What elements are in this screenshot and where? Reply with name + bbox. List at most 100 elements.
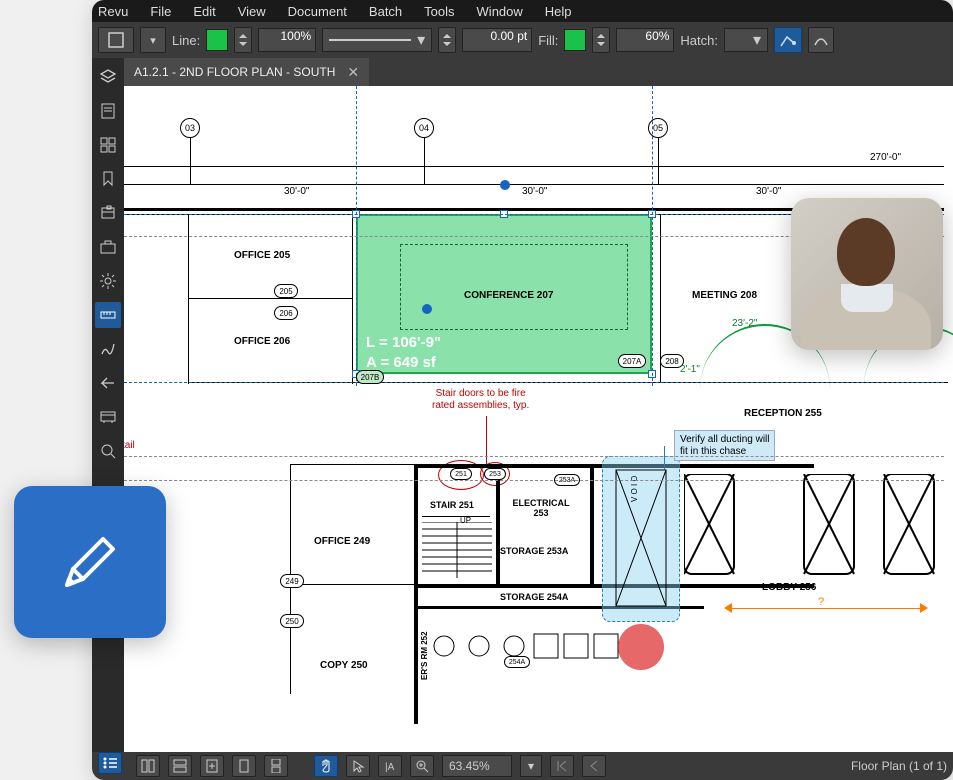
zoom-dropdown[interactable]: ▾ xyxy=(520,755,542,777)
fill-color-swatch[interactable] xyxy=(564,29,586,51)
tool-chest-icon[interactable] xyxy=(95,234,121,260)
dim-right: 270'-0" xyxy=(870,152,901,163)
svg-text:|A: |A xyxy=(385,762,395,773)
menu-tools[interactable]: Tools xyxy=(424,4,454,19)
sheets-icon[interactable] xyxy=(95,200,121,226)
hatch-select[interactable]: ▾ xyxy=(724,28,768,52)
door-tag-207a: 207A xyxy=(618,354,646,368)
content-row: A1.2.1 - 2ND FLOOR PLAN - SOUTH ✕ 03 04 … xyxy=(92,58,953,752)
left-panel-rail xyxy=(92,58,124,752)
width-stepper[interactable] xyxy=(438,27,456,53)
bookmarks-icon[interactable] xyxy=(95,166,121,192)
label-reception255: RECEPTION 255 xyxy=(744,408,822,419)
shape-picker-dropdown[interactable]: ▾ xyxy=(140,27,166,53)
links-icon[interactable] xyxy=(95,370,121,396)
door-tag-205: 205 xyxy=(274,284,298,298)
markup-red-circle[interactable] xyxy=(618,624,664,670)
label-stair251: STAIR 251 xyxy=(430,500,474,510)
close-tab-icon[interactable]: ✕ xyxy=(347,64,359,81)
add-page-icon[interactable] xyxy=(200,755,224,777)
markups-list-icon[interactable] xyxy=(98,752,122,774)
measure-area: A = 649 sf xyxy=(366,354,436,371)
door-tag-207b: 207B xyxy=(356,370,384,384)
menu-revu[interactable]: Revu xyxy=(98,4,128,19)
orange-dim-q: ? xyxy=(818,596,824,608)
menu-help[interactable]: Help xyxy=(545,4,572,19)
door-tag-206: 206 xyxy=(274,306,298,320)
shape-picker-button[interactable] xyxy=(98,27,134,53)
label-meeting208: MEETING 208 xyxy=(692,290,757,301)
menu-file[interactable]: File xyxy=(150,4,171,19)
menu-edit[interactable]: Edit xyxy=(193,4,215,19)
text-select-icon[interactable]: |A xyxy=(378,755,402,777)
label-office249: OFFICE 249 xyxy=(314,536,370,547)
grid-bubble-04: 04 xyxy=(414,118,434,138)
measurements-icon[interactable] xyxy=(95,302,121,328)
studio-icon[interactable] xyxy=(95,404,121,430)
opacity1-value[interactable]: 100% xyxy=(258,28,316,52)
search-icon[interactable] xyxy=(95,438,121,464)
fill-label: Fill: xyxy=(538,33,558,48)
select-arrow-icon[interactable] xyxy=(346,755,370,777)
signatures-icon[interactable] xyxy=(95,336,121,362)
split-vert-icon[interactable] xyxy=(136,755,160,777)
zoom-magnify-icon[interactable] xyxy=(410,755,434,777)
nav-first-icon[interactable] xyxy=(550,755,574,777)
label-er252: ER'S RM 252 xyxy=(420,631,429,680)
door-tag-251: 251 xyxy=(450,468,472,480)
split-horiz-icon[interactable] xyxy=(168,755,192,777)
dim-bay3: 30'-0" xyxy=(756,186,781,197)
continuous-icon[interactable] xyxy=(264,755,288,777)
pan-hand-icon[interactable] xyxy=(314,755,338,777)
label-copy250: COPY 250 xyxy=(320,660,368,671)
gear-icon[interactable] xyxy=(95,268,121,294)
main-area: A1.2.1 - 2ND FLOOR PLAN - SOUTH ✕ 03 04 … xyxy=(124,58,953,752)
menu-document[interactable]: Document xyxy=(288,4,347,19)
app-window: Revu File Edit View Document Batch Tools… xyxy=(92,0,953,780)
opacity2-stepper[interactable] xyxy=(592,27,610,53)
menu-batch[interactable]: Batch xyxy=(369,4,402,19)
menubar: Revu File Edit View Document Batch Tools… xyxy=(92,0,953,22)
status-bar: |A 63.45% ▾ Floor Plan (1 of 1) xyxy=(92,752,953,780)
label-storage253a: STORAGE 253A xyxy=(500,546,568,556)
thumbnails-icon[interactable] xyxy=(95,132,121,158)
hatch-label: Hatch: xyxy=(680,33,718,48)
dim-bay2: 30'-0" xyxy=(522,186,547,197)
menu-view[interactable]: View xyxy=(238,4,266,19)
door-tag-249: 249 xyxy=(280,574,304,588)
grid-bubble-05: 05 xyxy=(648,118,668,138)
document-tabs: A1.2.1 - 2ND FLOOR PLAN - SOUTH ✕ xyxy=(124,58,953,86)
zoom-value[interactable]: 63.45% xyxy=(442,755,512,777)
door-tag-253: 253 xyxy=(484,468,506,480)
page-label: Floor Plan (1 of 1) xyxy=(851,759,947,773)
opacity2-value[interactable]: 60% xyxy=(616,28,674,52)
label-storage254a: STORAGE 254A xyxy=(500,592,568,602)
note-stair-doors: Stair doors to be fire rated assemblies,… xyxy=(432,388,529,411)
note-tail: tail xyxy=(124,440,135,452)
drawing-canvas[interactable]: 03 04 05 270'-0" 30'-0" 30'-0" 30'-0" xyxy=(124,86,953,752)
grid-bubble-03: 03 xyxy=(180,118,200,138)
layers-icon[interactable] xyxy=(95,64,121,90)
door-tag-250: 250 xyxy=(280,614,304,628)
avatar-overlay xyxy=(791,198,943,350)
line-style-select[interactable]: ▾ xyxy=(322,28,432,52)
document-tab[interactable]: A1.2.1 - 2ND FLOOR PLAN - SOUTH ✕ xyxy=(124,58,369,86)
green-dim-2: 2'-1" xyxy=(680,364,700,375)
pencil-card-overlay xyxy=(14,486,166,638)
nav-prev-icon[interactable] xyxy=(582,755,606,777)
opacity1-stepper[interactable] xyxy=(234,27,252,53)
label-conference207: CONFERENCE 207 xyxy=(464,290,553,301)
line-color-swatch[interactable] xyxy=(206,29,228,51)
properties-toolbar: ▾ Line: 100% ▾ 0.00 pt Fill: 60% Hatch: … xyxy=(92,22,953,58)
snap-arc-button[interactable] xyxy=(808,27,834,53)
snap-button[interactable] xyxy=(774,27,802,53)
menu-window[interactable]: Window xyxy=(477,4,523,19)
label-office205: OFFICE 205 xyxy=(234,250,290,261)
line-width-value[interactable]: 0.00 pt xyxy=(462,28,532,52)
single-page-icon[interactable] xyxy=(232,755,256,777)
line-label: Line: xyxy=(172,33,200,48)
green-dim-1: 23'-2" xyxy=(732,318,757,329)
document-tab-title: A1.2.1 - 2ND FLOOR PLAN - SOUTH xyxy=(134,65,335,79)
form-icon[interactable] xyxy=(95,98,121,124)
label-up: UP xyxy=(460,516,471,525)
